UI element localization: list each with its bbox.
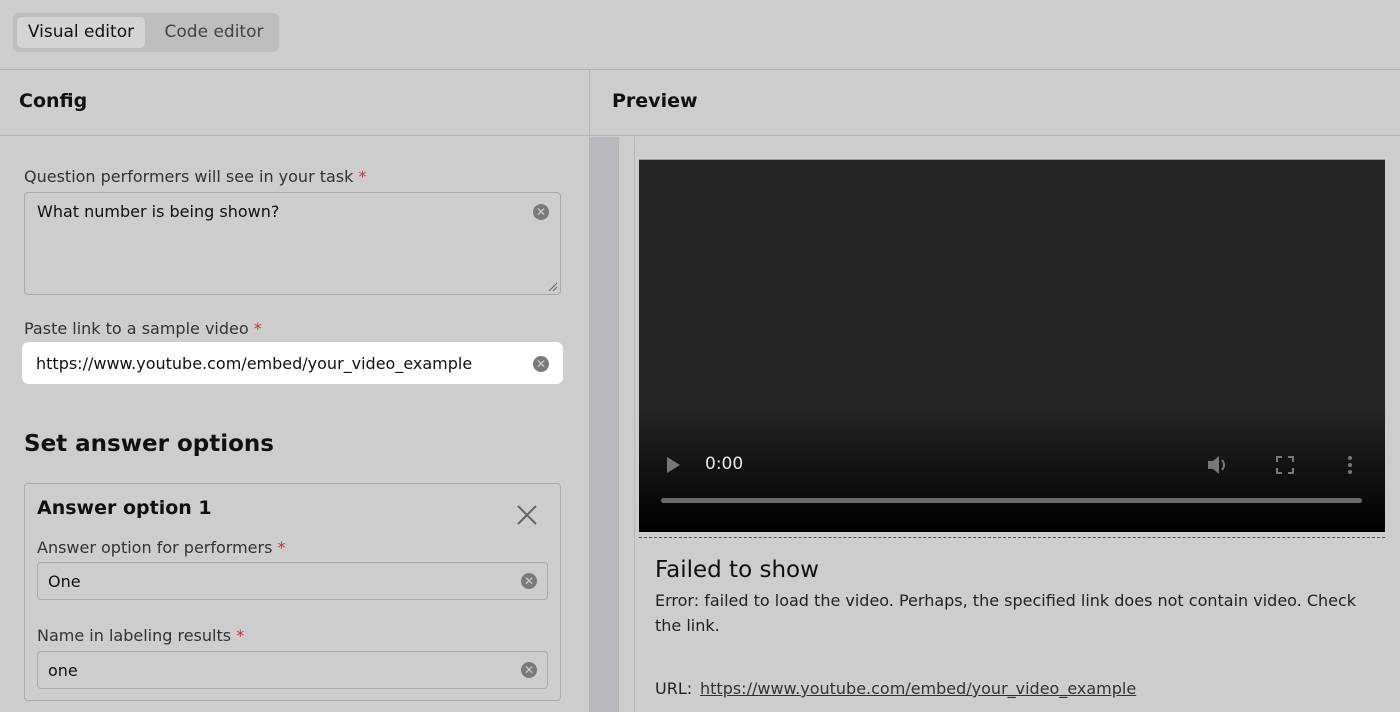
answer-option-card: Answer option 1 Answer option for perfor… xyxy=(24,483,561,701)
config-header: Config xyxy=(0,70,589,136)
required-mark: * xyxy=(253,319,262,338)
fullscreen-icon[interactable] xyxy=(1275,454,1295,476)
answer-option-title: Answer option 1 xyxy=(37,497,212,519)
question-label: Question performers will see in your tas… xyxy=(24,167,367,186)
close-icon[interactable] xyxy=(515,503,539,527)
url-label: URL: xyxy=(655,679,693,698)
question-value: What number is being shown? xyxy=(37,202,280,221)
visual-editor-tab[interactable]: Visual editor xyxy=(17,17,145,48)
play-icon[interactable] xyxy=(667,457,680,473)
resize-handle-icon[interactable] xyxy=(548,282,558,292)
url-link[interactable]: https://www.youtube.com/embed/your_video… xyxy=(700,679,1136,698)
label-name-input[interactable]: one ✕ xyxy=(37,651,548,689)
required-mark: * xyxy=(358,167,367,186)
error-divider xyxy=(639,537,1385,538)
answer-option-input[interactable]: One ✕ xyxy=(37,562,548,600)
preview-title: Preview xyxy=(612,90,698,112)
answer-option-value: One xyxy=(48,572,81,591)
question-textarea[interactable]: What number is being shown? ✕ xyxy=(24,192,561,295)
video-link-input[interactable]: https://www.youtube.com/embed/your_video… xyxy=(25,345,560,381)
answer-options-heading: Set answer options xyxy=(24,431,274,457)
label-name-label-text: Name in labeling results xyxy=(37,626,232,645)
label-name-value: one xyxy=(48,661,78,680)
clear-icon[interactable]: ✕ xyxy=(521,573,537,589)
clear-icon[interactable]: ✕ xyxy=(533,356,549,372)
error-title: Failed to show xyxy=(655,557,819,583)
answer-option-label-text: Answer option for performers xyxy=(37,538,273,557)
code-editor-tab[interactable]: Code editor xyxy=(153,17,275,48)
video-player[interactable] xyxy=(639,160,1385,532)
video-link-label-text: Paste link to a sample video xyxy=(24,319,249,338)
required-mark: * xyxy=(236,626,245,645)
preview-scroll-strip xyxy=(590,137,618,712)
clear-icon[interactable]: ✕ xyxy=(521,662,537,678)
preview-header: Preview xyxy=(590,70,1400,136)
required-mark: * xyxy=(277,538,286,557)
answer-option-label: Answer option for performers * xyxy=(37,538,286,557)
more-icon[interactable] xyxy=(1344,454,1356,476)
error-message: Error: failed to load the video. Perhaps… xyxy=(655,591,1357,635)
video-link-label: Paste link to a sample video * xyxy=(24,319,262,338)
label-name-label: Name in labeling results * xyxy=(37,626,244,645)
video-link-value: https://www.youtube.com/embed/your_video… xyxy=(36,354,473,373)
question-label-text: Question performers will see in your tas… xyxy=(24,167,354,186)
video-time: 0:00 xyxy=(705,454,744,474)
editor-mode-switch: Visual editor Code editor xyxy=(13,13,279,52)
editor-toolbar: Visual editor Code editor xyxy=(0,0,1400,70)
clear-icon[interactable]: ✕ xyxy=(533,204,549,220)
volume-icon[interactable] xyxy=(1206,454,1230,476)
video-progress-bar[interactable] xyxy=(661,498,1362,503)
config-title: Config xyxy=(19,90,88,112)
